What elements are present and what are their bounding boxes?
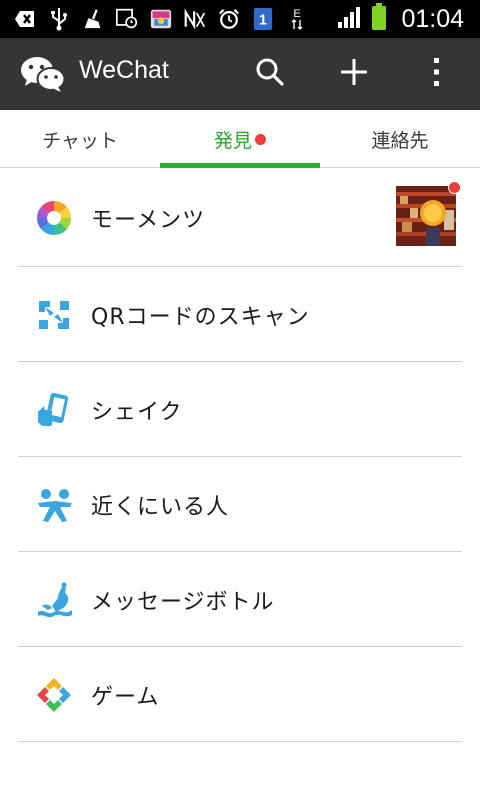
app-title: WeChat bbox=[79, 56, 169, 84]
people-nearby-icon bbox=[36, 487, 72, 523]
list-item-shake[interactable]: シェイク bbox=[0, 362, 480, 457]
list-item-drift-bottle[interactable]: メッセージボトル bbox=[0, 552, 480, 647]
signal-icon bbox=[337, 5, 363, 33]
list-item-label: シェイク bbox=[91, 399, 183, 425]
list-item-qr-scan[interactable]: QRコードのスキャン bbox=[0, 267, 480, 362]
tab-discover-badge bbox=[255, 133, 266, 145]
shake-icon bbox=[36, 392, 72, 428]
tab-contacts[interactable]: 連絡先 bbox=[320, 110, 480, 168]
discover-list: モーメンツ QRコードのスキャン シェイク 近くにいる人 メッセージボトル ゲー… bbox=[0, 168, 480, 742]
tab-bar: チャット 発見 連絡先 bbox=[0, 110, 480, 168]
moments-new-badge bbox=[448, 181, 461, 194]
tab-chats[interactable]: チャット bbox=[0, 110, 160, 168]
status-bar: 1 E 01:04 bbox=[0, 0, 480, 38]
wechat-logo-icon bbox=[20, 54, 66, 94]
nfc-icon bbox=[184, 8, 206, 30]
more-options-button[interactable] bbox=[417, 54, 457, 94]
list-item-people-nearby[interactable]: 近くにいる人 bbox=[0, 457, 480, 552]
list-item-label: モーメンツ bbox=[91, 207, 206, 233]
notification-1-icon: 1 bbox=[252, 8, 274, 30]
app-bar: WeChat bbox=[0, 38, 480, 110]
games-icon bbox=[36, 677, 72, 713]
cleaner-icon bbox=[82, 8, 104, 30]
add-box-icon bbox=[14, 8, 36, 30]
battery-icon bbox=[371, 3, 387, 35]
usb-icon bbox=[48, 8, 70, 31]
add-icon bbox=[339, 57, 369, 91]
search-button[interactable] bbox=[250, 54, 290, 94]
image-clock-icon bbox=[116, 8, 138, 30]
qr-scan-icon bbox=[36, 297, 72, 333]
list-item-moments[interactable]: モーメンツ bbox=[0, 168, 480, 267]
tab-contacts-label: 連絡先 bbox=[371, 129, 429, 152]
list-item-label: QRコードのスキャン bbox=[91, 304, 310, 330]
tab-discover[interactable]: 発見 bbox=[160, 110, 320, 168]
list-item-label: ゲーム bbox=[91, 684, 160, 710]
tab-chats-label: チャット bbox=[42, 129, 118, 152]
moments-icon bbox=[36, 200, 72, 236]
data-e-icon: E bbox=[286, 8, 308, 30]
clock: 01:04 bbox=[401, 4, 464, 33]
bag-app-icon bbox=[150, 8, 172, 30]
notification-1-number: 1 bbox=[259, 13, 267, 29]
drift-bottle-icon bbox=[36, 581, 72, 618]
search-icon bbox=[255, 57, 285, 91]
list-item-label: 近くにいる人 bbox=[91, 494, 230, 520]
status-bar-left: 1 E bbox=[14, 6, 308, 32]
alarm-icon bbox=[218, 8, 240, 30]
list-item-games[interactable]: ゲーム bbox=[0, 647, 480, 742]
tab-discover-label: 発見 bbox=[213, 129, 252, 152]
moments-thumbnail-image[interactable] bbox=[396, 186, 456, 246]
status-bar-right: 01:04 bbox=[337, 3, 464, 35]
more-icon bbox=[433, 57, 441, 91]
list-item-label: メッセージボトル bbox=[91, 589, 275, 615]
divider bbox=[18, 741, 462, 742]
network-type-label: E bbox=[293, 8, 300, 20]
add-button[interactable] bbox=[334, 54, 374, 94]
